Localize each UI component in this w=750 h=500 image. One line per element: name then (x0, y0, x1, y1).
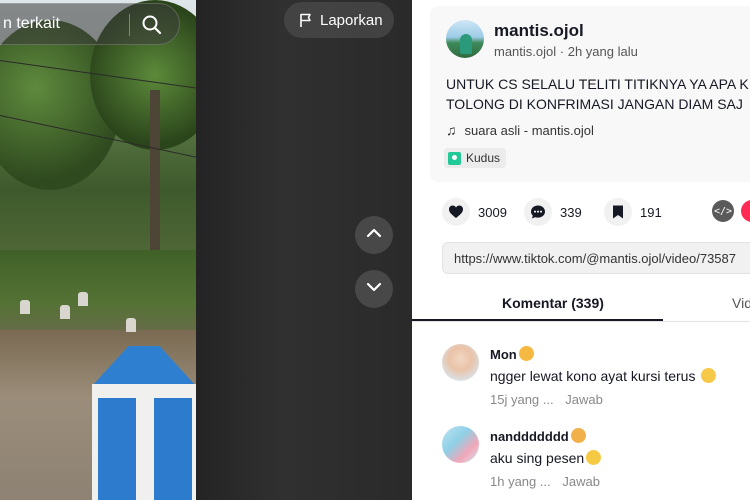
video-grave (78, 292, 88, 306)
share-icon[interactable] (741, 200, 750, 222)
comment-count: 339 (560, 204, 582, 220)
raised-hands-emoji-icon (518, 346, 534, 361)
previous-video-button[interactable] (355, 216, 393, 254)
comment-text: aku sing pesen (490, 450, 602, 466)
video-grave (60, 305, 70, 319)
video-grave (126, 318, 136, 332)
post-time: 2h yang lalu (567, 44, 638, 59)
bookmark-icon (604, 198, 632, 226)
video-pillar (92, 346, 196, 500)
search-icon[interactable] (141, 14, 163, 36)
active-tab-indicator (412, 319, 663, 321)
video-player[interactable]: n terkait Laporkan (0, 0, 412, 500)
video-grass (0, 250, 196, 340)
panel-tabs: Komentar (339) Vid (412, 284, 750, 322)
comment-icon (524, 198, 552, 226)
like-button[interactable]: 3009 (442, 198, 507, 226)
caption-line: UNTUK CS SELALU TELITI TITIKNYA YA APA K (446, 76, 749, 92)
report-button[interactable]: Laporkan (284, 2, 394, 38)
save-count: 191 (640, 204, 662, 220)
heart-icon (442, 198, 470, 226)
related-search-text: n terkait (3, 15, 60, 32)
comment-author[interactable]: nanddddddd (490, 428, 586, 444)
post-separator: · (559, 44, 565, 59)
comment-time: 15j yang ... (490, 392, 554, 407)
video-grave (20, 300, 30, 314)
search-divider (129, 14, 130, 36)
caption-line: TOLONG DI KONFRIMASI JANGAN DIAM SAJ (446, 96, 743, 112)
post-subline: mantis.ojol · 2h yang lalu (494, 44, 638, 59)
location-tag[interactable]: Kudus (444, 148, 507, 168)
comment-meta: 1h yang ... Jawab (490, 474, 600, 489)
location-label: Kudus (466, 151, 501, 165)
flag-icon (298, 12, 314, 28)
music-title: suara asli - mantis.ojol (464, 122, 594, 138)
report-label: Laporkan (320, 11, 383, 29)
like-count: 3009 (478, 204, 507, 220)
post-username[interactable]: mantis.ojol (494, 21, 584, 41)
avatar[interactable] (442, 344, 479, 381)
comment-author[interactable]: Mon (490, 346, 534, 362)
music-link[interactable]: ♫ suara asli - mantis.ojol (446, 122, 594, 138)
embed-icon[interactable]: </> (712, 200, 734, 222)
post-info-card: mantis.ojol mantis.ojol · 2h yang lalu U… (430, 6, 750, 182)
grimace-emoji-icon (701, 368, 717, 383)
reply-button[interactable]: Jawab (565, 392, 603, 407)
reply-button[interactable]: Jawab (562, 474, 600, 489)
related-search-bar[interactable]: n terkait (0, 3, 180, 45)
person-emoji-icon (570, 428, 586, 443)
video-link-text: https://www.tiktok.com/@mantis.ojol/vide… (454, 251, 736, 266)
chevron-up-icon (364, 223, 384, 248)
comment-item: Mon ngger lewat kono ayat kursi terus 15… (442, 344, 750, 407)
post-caption: UNTUK CS SELALU TELITI TITIKNYA YA APA K… (446, 74, 750, 114)
details-panel: mantis.ojol mantis.ojol · 2h yang lalu U… (412, 0, 750, 500)
comment-item: nanddddddd aku sing pesen 1h yang ... Ja… (442, 426, 750, 489)
post-handle: mantis.ojol (494, 44, 557, 59)
tab-comments[interactable]: Komentar (339) (502, 295, 604, 311)
comment-text: ngger lewat kono ayat kursi terus (490, 368, 717, 384)
comment-time: 1h yang ... (490, 474, 551, 489)
avatar[interactable] (442, 426, 479, 463)
video-link-field[interactable]: https://www.tiktok.com/@mantis.ojol/vide… (442, 242, 750, 274)
chevron-down-icon (364, 277, 384, 302)
location-pin-icon (448, 151, 461, 165)
comment-meta: 15j yang ... Jawab (490, 392, 603, 407)
comment-button[interactable]: 339 (524, 198, 582, 226)
music-note-icon: ♫ (446, 122, 457, 138)
crying-emoji-icon (586, 450, 602, 465)
avatar[interactable] (446, 20, 484, 58)
tab-videos[interactable]: Vid (732, 295, 750, 311)
next-video-button[interactable] (355, 270, 393, 308)
video-frame (0, 0, 196, 500)
save-button[interactable]: 191 (604, 198, 662, 226)
